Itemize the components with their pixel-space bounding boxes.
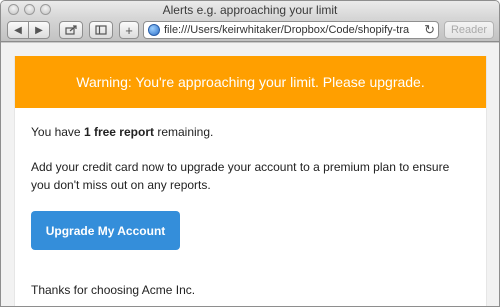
address-bar[interactable]: file:///Users/keirwhitaker/Dropbox/Code/… — [143, 21, 439, 39]
window-title: Alerts e.g. approaching your limit — [162, 3, 338, 17]
share-button[interactable] — [59, 21, 83, 39]
forward-arrow-icon: ▶ — [35, 24, 43, 36]
reader-button[interactable]: Reader — [444, 21, 494, 39]
forward-button[interactable]: ▶ — [28, 21, 50, 39]
reload-icon[interactable]: ↻ — [424, 22, 435, 38]
alert-banner: Warning: You're approaching your limit. … — [15, 56, 486, 108]
page-viewport: Warning: You're approaching your limit. … — [1, 43, 499, 306]
sidebar-button[interactable] — [89, 21, 113, 39]
alert-text: Warning: You're approaching your limit. … — [76, 74, 425, 90]
browser-toolbar: ◀ ▶ + file:///Users/keirwhitaker/Dropbox… — [1, 18, 499, 42]
intro-prefix: You have — [31, 125, 84, 139]
back-button[interactable]: ◀ — [7, 21, 29, 39]
email-card: Warning: You're approaching your limit. … — [14, 56, 487, 306]
url-text: file:///Users/keirwhitaker/Dropbox/Code/… — [164, 24, 410, 36]
signoff-text: Thanks for choosing Acme Inc. — [31, 283, 196, 297]
title-bar: Alerts e.g. approaching your limit — [1, 1, 499, 18]
sidebar-icon — [95, 25, 107, 35]
upgrade-paragraph: Add your credit card now to upgrade your… — [31, 160, 450, 192]
intro-suffix: remaining. — [153, 125, 214, 139]
globe-icon — [148, 24, 160, 36]
add-bookmark-button[interactable]: + — [119, 21, 139, 39]
free-report-count: 1 free report — [83, 125, 154, 139]
remaining-reports-text: You have 1 free report remaining. — [31, 123, 213, 141]
plus-icon: + — [125, 22, 133, 38]
back-arrow-icon: ◀ — [14, 24, 22, 36]
share-icon — [65, 25, 77, 35]
upgrade-account-button[interactable]: Upgrade My Account — [31, 211, 180, 250]
browser-window: Alerts e.g. approaching your limit ◀ ▶ +… — [0, 0, 500, 307]
